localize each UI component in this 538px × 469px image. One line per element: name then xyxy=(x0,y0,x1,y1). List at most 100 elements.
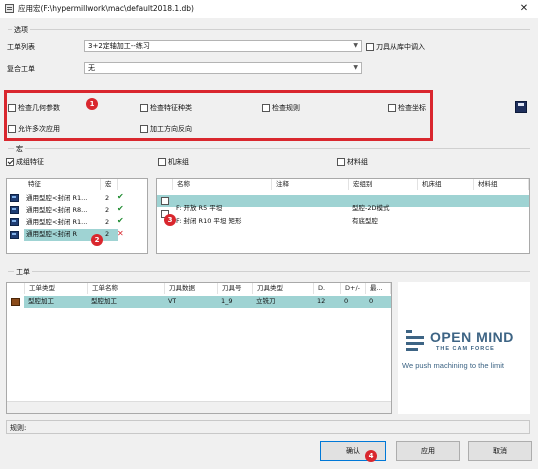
check-rules-checkbox[interactable] xyxy=(262,104,270,112)
rules-field: 规则: xyxy=(6,420,530,434)
jobs-table: 工单类型 工单名称 刀具数据 刀具号 刀具类型 D. D+/- 最... 型腔加… xyxy=(6,282,392,414)
job-name-col-header: 工单名称 xyxy=(89,283,165,294)
check-options-highlight xyxy=(4,90,433,141)
table-row-selected[interactable]: F: 开放 R5 平坦 型腔-2D模式 xyxy=(157,195,529,212)
macro-group-col-header: 宏组别 xyxy=(350,179,418,190)
horizontal-scrollbar[interactable] xyxy=(7,401,391,413)
tool-data: VT xyxy=(168,297,177,305)
machine-col-header: 机床组 xyxy=(419,179,474,190)
table-row-selected[interactable]: 型腔加工 型腔加工 VT 1_9 立铣刀 12 0 0 xyxy=(7,296,391,308)
check-geometry-label: 检查几何参数 xyxy=(18,104,60,112)
tool-from-lib-checkbox[interactable] xyxy=(366,43,374,51)
chevron-down-icon: ▼ xyxy=(353,42,358,49)
feature-icon xyxy=(10,194,19,202)
check-geometry-checkbox[interactable] xyxy=(8,104,16,112)
joblist-value: 3+2定轴加工--练习 xyxy=(88,42,150,50)
feature-name: 通用型腔<封闭 R1... xyxy=(26,194,88,202)
logo-brand: OPEN MIND xyxy=(430,329,514,345)
select-col-header xyxy=(157,179,173,190)
check-coordinates-row[interactable]: 检查坐标 xyxy=(388,103,426,113)
check-coordinates-label: 检查坐标 xyxy=(398,104,426,112)
machine-group-row[interactable]: 机床组 xyxy=(158,157,189,167)
macro-count: 2 xyxy=(105,218,110,226)
job-type: 型腔加工 xyxy=(28,297,54,305)
table-row-selected[interactable]: 通用型腔<封闭 R 2 ✕ xyxy=(7,229,147,241)
open-mind-logo-icon xyxy=(406,330,424,352)
table-row[interactable]: F: 封闭 R10 平坦 矩形 有底型腔 xyxy=(157,208,529,225)
material-group-checkbox[interactable] xyxy=(337,158,345,166)
save-icon[interactable] xyxy=(515,101,527,113)
machine-group-checkbox[interactable] xyxy=(158,158,166,166)
allow-multi-label: 允许多次应用 xyxy=(18,125,60,133)
logo-subtitle: THE CAM FORCE xyxy=(436,346,495,352)
feature-icon xyxy=(10,218,19,226)
joblist-label: 工单列表 xyxy=(7,43,35,51)
table-row[interactable]: 通用型腔<封闭 R1... 2 ✔ xyxy=(7,216,147,228)
macro-count: 2 xyxy=(105,194,110,202)
feature-name: 通用型腔<封闭 R1... xyxy=(26,218,88,226)
dpm-col-header: D+/- xyxy=(342,283,366,294)
rules-label: 规则: xyxy=(10,424,27,432)
jobs-separator xyxy=(8,271,530,272)
tool-type: 立铣刀 xyxy=(256,297,276,305)
table-row[interactable]: 通用型腔<封闭 R1... 2 ✔ xyxy=(7,192,147,204)
reverse-dir-row[interactable]: 加工方向反向 xyxy=(140,124,192,134)
macro-name: F: 封闭 R10 平坦 矩形 xyxy=(176,217,242,225)
macro-count: 2 xyxy=(105,206,110,214)
check-icon: ✔ xyxy=(117,216,124,225)
marker-4: 4 xyxy=(365,450,377,462)
material-group-label: 材料组 xyxy=(347,158,368,166)
job-type-col-header: 工单类型 xyxy=(26,283,88,294)
check-geometry-row[interactable]: 检查几何参数 xyxy=(8,103,60,113)
feature-name: 通用型腔<封闭 R xyxy=(26,230,78,238)
group-feature-label: 成组特征 xyxy=(16,158,44,166)
group-feature-checkbox[interactable] xyxy=(6,158,14,166)
macro-separator xyxy=(8,148,530,149)
tool-no: 1_9 xyxy=(221,297,233,305)
joblist-select[interactable]: 3+2定轴加工--练习 ▼ xyxy=(84,40,362,52)
reverse-dir-checkbox[interactable] xyxy=(140,125,148,133)
logo-panel: OPEN MIND THE CAM FORCE We push machinin… xyxy=(398,282,530,414)
check-rules-row[interactable]: 检查规则 xyxy=(262,103,300,113)
cancel-button[interactable]: 取消 xyxy=(468,441,532,461)
job-name: 型腔加工 xyxy=(91,297,117,305)
check-feature-checkbox[interactable] xyxy=(140,104,148,112)
name-col-header: 名称 xyxy=(174,179,272,190)
icon-col-header xyxy=(7,283,25,294)
check-icon: ✔ xyxy=(117,204,124,213)
check-rules-label: 检查规则 xyxy=(272,104,300,112)
compound-select[interactable]: 无 ▼ xyxy=(84,62,362,74)
allow-multi-row[interactable]: 允许多次应用 xyxy=(8,124,60,134)
tool-from-lib-label: 刀具从库中调入 xyxy=(376,43,425,51)
material-col-header: 材料组 xyxy=(475,179,529,190)
app-icon xyxy=(5,4,14,13)
check-feature-row[interactable]: 检查特征种类 xyxy=(140,103,192,113)
macro-group: 有底型腔 xyxy=(352,217,378,225)
jobs-group-label: 工单 xyxy=(14,267,32,277)
feature-col-header: 特征 xyxy=(25,179,101,190)
table-row[interactable]: 通用型腔<封闭 R8... 2 ✔ xyxy=(7,204,147,216)
group-feature-row[interactable]: 成组特征 xyxy=(6,157,44,167)
tool-data-col-header: 刀具数据 xyxy=(166,283,218,294)
tool-from-lib-checkbox-row[interactable]: 刀具从库中调入 xyxy=(366,42,425,52)
feature-icon xyxy=(10,231,19,239)
tool-dpm: 0 xyxy=(344,297,349,305)
material-group-row[interactable]: 材料组 xyxy=(337,157,368,167)
check-coordinates-checkbox[interactable] xyxy=(388,104,396,112)
close-button[interactable]: ✕ xyxy=(516,2,532,16)
logo-tagline: We push machining to the limit xyxy=(402,361,504,370)
marker-3: 3 xyxy=(164,214,176,226)
tool-no-col-header: 刀具号 xyxy=(219,283,253,294)
tool-max: 0 xyxy=(369,297,374,305)
macro-table: 名称 注释 宏组别 机床组 材料组 F: 开放 R5 平坦 型腔-2D模式 F:… xyxy=(156,178,530,254)
macro-count-col-header: 宏 xyxy=(102,179,118,190)
row-checkbox[interactable] xyxy=(161,197,169,205)
apply-button[interactable]: 应用 xyxy=(396,441,460,461)
reverse-dir-label: 加工方向反向 xyxy=(150,125,192,133)
check-icon: ✔ xyxy=(117,192,124,201)
marker-2: 2 xyxy=(91,234,103,246)
selection-highlight xyxy=(24,296,391,308)
machine-group-label: 机床组 xyxy=(168,158,189,166)
feature-icon xyxy=(10,206,19,214)
allow-multi-checkbox[interactable] xyxy=(8,125,16,133)
